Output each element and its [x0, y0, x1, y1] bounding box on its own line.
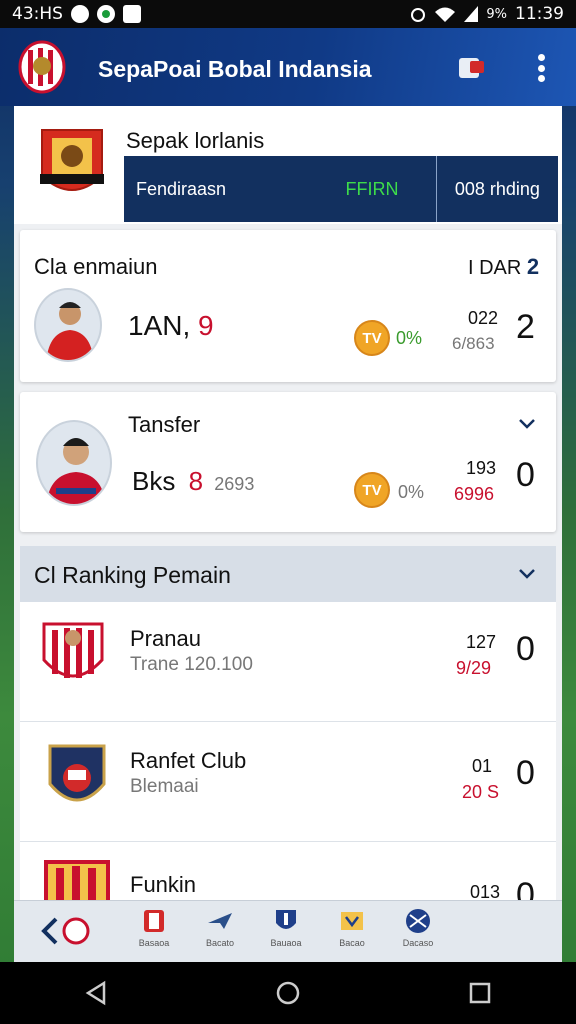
nav-label: Bauaoa	[270, 938, 302, 948]
percent-value: 0%	[396, 328, 423, 348]
ball-icon	[406, 909, 430, 933]
image-notification-icon	[122, 5, 141, 23]
home-circle-icon[interactable]	[275, 980, 301, 1006]
nav-item-dacaso[interactable]: Dacaso	[388, 907, 448, 955]
back-triangle-icon[interactable]	[84, 980, 108, 1006]
stat-bottom: 6/863	[452, 334, 495, 353]
battery-level: 9%	[486, 6, 507, 22]
wifi-icon	[435, 7, 456, 22]
cast-icon[interactable]	[456, 52, 488, 84]
stat-top: 01	[472, 756, 493, 776]
stat-top: 022	[468, 308, 499, 328]
status-bar: 43:HS 9% 11:39	[0, 0, 576, 28]
shield-icon	[276, 910, 296, 929]
item-name: Ranfet Club	[130, 748, 247, 773]
card-badge: I DAR 2	[468, 254, 540, 279]
big-value: 0	[516, 456, 535, 494]
tab-fendiraasn[interactable]: Fendiraasn	[124, 156, 308, 222]
alarm-icon	[411, 8, 426, 22]
ranking-title: Cl Ranking Pemain	[34, 562, 231, 588]
percent-value: 0%	[398, 482, 425, 502]
stat-top: 193	[466, 458, 497, 478]
ranking-item-2[interactable]: Ranfet Club Blemaai 01 20 S 0	[20, 722, 556, 842]
more-options-button[interactable]	[530, 50, 552, 86]
league-crest-icon	[40, 129, 104, 191]
chevron-down-icon[interactable]	[516, 562, 538, 584]
app-title: SepaPoai Bobal Indansia	[98, 56, 372, 82]
stat-bottom: 9/29	[456, 658, 492, 678]
jersey-icon	[144, 910, 164, 932]
plane-icon	[208, 913, 232, 929]
item-name: Pranau	[130, 626, 201, 651]
back-arrow-icon	[41, 917, 90, 945]
card-title: Cla enmaiun	[34, 254, 158, 279]
recents-square-icon[interactable]	[468, 981, 492, 1005]
nav-item-basaoa[interactable]: Basaoa	[124, 907, 184, 955]
item-name: Funkin	[130, 872, 197, 897]
club-crest-icon	[42, 622, 104, 678]
avatar	[34, 288, 102, 362]
nav-label: Basaoa	[138, 938, 170, 948]
league-tabs: Fendiraasn FFIRN 008 rhding	[124, 156, 558, 222]
tab-rhding[interactable]: 008 rhding	[437, 156, 558, 222]
big-value: 2	[516, 308, 535, 346]
nav-label: Bacato	[205, 938, 235, 948]
ranking-header[interactable]: Cl Ranking Pemain	[20, 546, 556, 602]
league-title: Sepak lorlanis	[126, 128, 265, 153]
system-navigation-bar	[0, 962, 576, 1024]
player-name: 1AN, 9	[128, 310, 214, 341]
stat-bottom: 20 S	[462, 782, 500, 802]
app-bar: SepaPoai Bobal Indansia	[0, 28, 576, 106]
status-time: 11:39	[515, 4, 564, 24]
player-photo-icon	[46, 302, 94, 360]
item-sub: Trane 120.100	[130, 654, 253, 675]
coin-icon: TV	[354, 472, 390, 508]
nav-label: Bacao	[339, 938, 365, 948]
signal-icon	[464, 6, 479, 22]
item-value: 0	[516, 630, 535, 668]
item-value: 0	[516, 754, 535, 792]
status-time-left: 43:HS	[12, 4, 63, 24]
notification-icon	[70, 5, 89, 23]
trophy-icon	[341, 912, 363, 930]
stat-top: 127	[466, 632, 497, 652]
club-crest-icon[interactable]	[18, 40, 66, 94]
content-panel: Sepak lorlanis Fendiraasn FFIRN 008 rhdi…	[14, 106, 562, 962]
player-name: Bks 8 2693	[132, 466, 255, 496]
league-header: Sepak lorlanis Fendiraasn FFIRN 008 rhdi…	[14, 106, 562, 224]
tab-ffirn[interactable]: FFIRN	[308, 156, 437, 222]
player-card-2[interactable]: Tansfer Bks 8 2693 TV 0% 193 6996 0	[20, 392, 556, 532]
bottom-navigation: Basaoa Bacato Bauaoa Bacao Dacaso	[14, 900, 562, 962]
player-card-1[interactable]: Cla enmaiun I DAR 2 1AN, 9 TV 0% 022 6/8…	[20, 230, 556, 382]
nav-label: Dacaso	[402, 938, 434, 948]
avatar	[36, 420, 112, 506]
nav-item-bacao[interactable]: Bacao	[322, 907, 382, 955]
nav-item-bauaoa[interactable]: Bauaoa	[256, 907, 316, 955]
coin-icon: TV	[354, 320, 390, 356]
nav-item-bacato[interactable]: Bacato	[190, 907, 250, 955]
player-photo-icon	[46, 438, 106, 504]
club-crest-icon	[48, 744, 106, 802]
item-sub: Blemaai	[130, 776, 199, 797]
app-notification-icon	[96, 5, 115, 23]
ranking-item-1[interactable]: Pranau Trane 120.100 127 9/29 0	[20, 602, 556, 722]
nav-back[interactable]	[36, 907, 96, 955]
card-title: Tansfer	[128, 412, 201, 437]
chevron-down-icon[interactable]	[516, 412, 538, 434]
stat-bottom: 6996	[454, 484, 495, 504]
